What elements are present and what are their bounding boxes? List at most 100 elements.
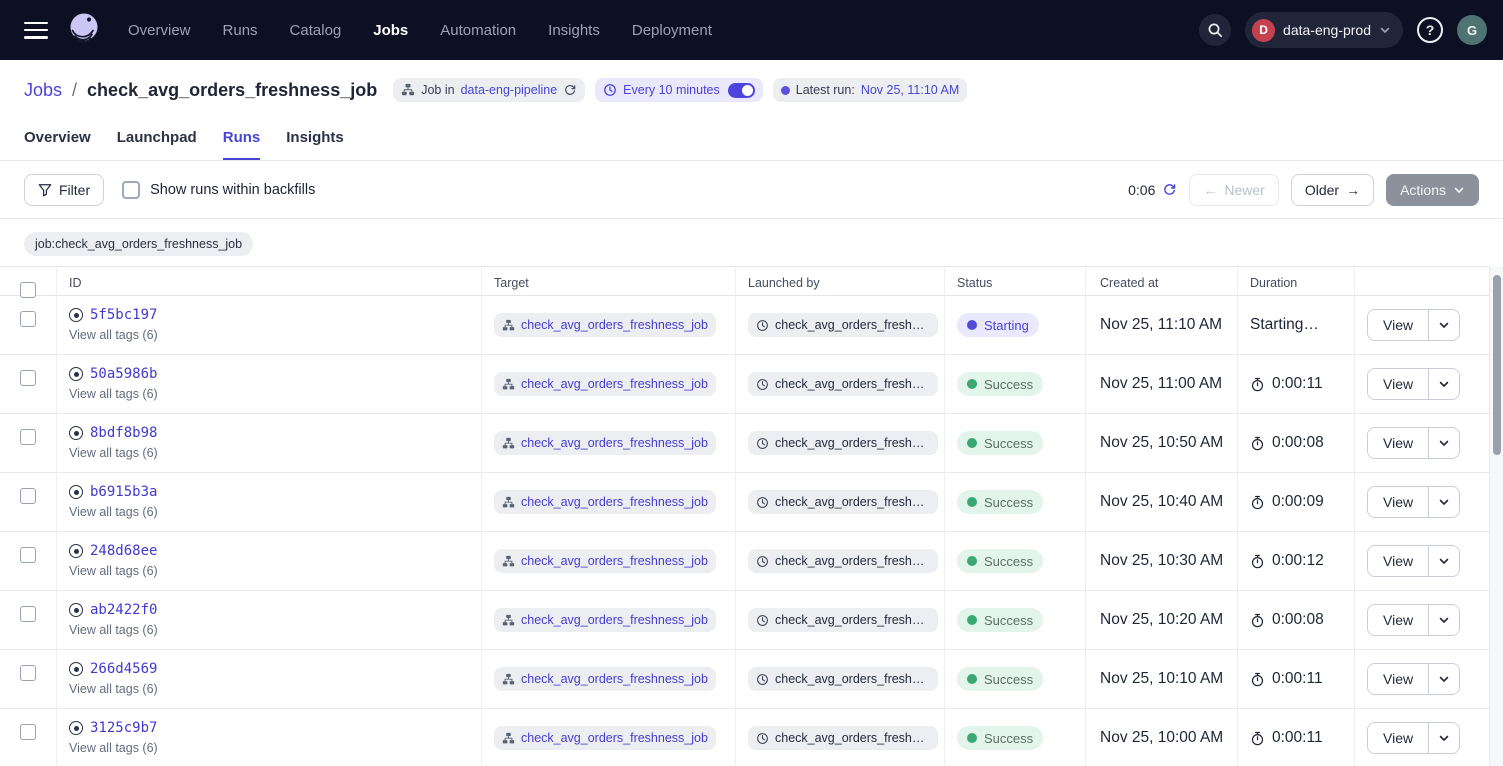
launched-by-pill[interactable]: check_avg_orders_freshn…	[748, 608, 938, 632]
job-filter-tag[interactable]: job:check_avg_orders_freshness_job	[24, 232, 253, 256]
target-job-pill[interactable]: check_avg_orders_freshness_job	[494, 490, 716, 514]
run-id-link[interactable]: ab2422f0	[90, 602, 157, 618]
view-all-tags-link[interactable]: View all tags (6)	[69, 564, 469, 578]
newer-button[interactable]: ← Newer	[1189, 174, 1278, 206]
view-dropdown-button[interactable]	[1428, 310, 1459, 340]
target-job-pill[interactable]: check_avg_orders_freshness_job	[494, 431, 716, 455]
launched-by-pill[interactable]: check_avg_orders_freshn…	[748, 313, 938, 337]
nav-item-overview[interactable]: Overview	[128, 22, 191, 39]
view-all-tags-link[interactable]: View all tags (6)	[69, 741, 469, 755]
org-switcher[interactable]: D data-eng-prod	[1245, 12, 1403, 48]
view-all-tags-link[interactable]: View all tags (6)	[69, 446, 469, 460]
launched-by-pill[interactable]: check_avg_orders_freshn…	[748, 667, 938, 691]
run-id-link[interactable]: 266d4569	[90, 661, 157, 677]
tab-overview[interactable]: Overview	[24, 129, 91, 160]
latest-run-link[interactable]: Nov 25, 11:10 AM	[861, 83, 959, 97]
nav-item-automation[interactable]: Automation	[440, 22, 516, 39]
nav-item-catalog[interactable]: Catalog	[290, 22, 342, 39]
older-button[interactable]: Older →	[1291, 174, 1374, 206]
view-dropdown-button[interactable]	[1428, 664, 1459, 694]
view-dropdown-button[interactable]	[1428, 723, 1459, 753]
stopwatch-icon	[1250, 613, 1265, 628]
view-button-group: View	[1367, 368, 1460, 400]
status-label: Success	[984, 613, 1033, 628]
tab-insights[interactable]: Insights	[286, 129, 344, 160]
run-id-link[interactable]: b6915b3a	[90, 484, 157, 500]
row-checkbox[interactable]	[20, 606, 36, 622]
view-dropdown-button[interactable]	[1428, 605, 1459, 635]
row-checkbox[interactable]	[20, 547, 36, 563]
search-button[interactable]	[1199, 14, 1231, 46]
row-checkbox[interactable]	[20, 665, 36, 681]
view-button[interactable]: View	[1368, 723, 1428, 753]
status-dot	[967, 733, 977, 743]
row-checkbox[interactable]	[20, 429, 36, 445]
view-button[interactable]: View	[1368, 546, 1428, 576]
launched-by-pill[interactable]: check_avg_orders_freshn…	[748, 490, 938, 514]
view-all-tags-link[interactable]: View all tags (6)	[69, 682, 469, 696]
run-id-link[interactable]: 3125c9b7	[90, 720, 157, 736]
view-button[interactable]: View	[1368, 664, 1428, 694]
vertical-scrollbar[interactable]	[1489, 267, 1503, 766]
run-id-link[interactable]: 5f5bc197	[90, 307, 157, 323]
chevron-down-icon	[1438, 319, 1450, 331]
run-id-link[interactable]: 8bdf8b98	[90, 425, 157, 441]
user-avatar[interactable]: G	[1457, 15, 1487, 45]
row-checkbox[interactable]	[20, 724, 36, 740]
chevron-down-icon	[1438, 732, 1450, 744]
target-job-pill[interactable]: check_avg_orders_freshness_job	[494, 313, 716, 337]
target-job-pill[interactable]: check_avg_orders_freshness_job	[494, 667, 716, 691]
view-button[interactable]: View	[1368, 310, 1428, 340]
refresh-icon[interactable]	[1162, 182, 1177, 197]
row-checkbox[interactable]	[20, 370, 36, 386]
stopwatch-icon	[1250, 436, 1265, 451]
nav-item-deployment[interactable]: Deployment	[632, 22, 712, 39]
view-button[interactable]: View	[1368, 605, 1428, 635]
filter-button[interactable]: Filter	[24, 174, 104, 206]
tab-runs[interactable]: Runs	[223, 129, 261, 160]
launched-by-pill[interactable]: check_avg_orders_freshn…	[748, 372, 938, 396]
nav-item-runs[interactable]: Runs	[223, 22, 258, 39]
breadcrumb-separator: /	[72, 80, 77, 101]
launched-by-pill[interactable]: check_avg_orders_freshn…	[748, 431, 938, 455]
schedule-toggle[interactable]	[728, 83, 755, 98]
target-job-pill[interactable]: check_avg_orders_freshness_job	[494, 372, 716, 396]
run-id-link[interactable]: 50a5986b	[90, 366, 157, 382]
view-all-tags-link[interactable]: View all tags (6)	[69, 505, 469, 519]
repo-link[interactable]: data-eng-pipeline	[461, 83, 558, 97]
view-dropdown-button[interactable]	[1428, 369, 1459, 399]
backfills-checkbox[interactable]	[122, 181, 140, 199]
target-job-pill[interactable]: check_avg_orders_freshness_job	[494, 608, 716, 632]
view-all-tags-link[interactable]: View all tags (6)	[69, 387, 469, 401]
run-id-link[interactable]: 248d68ee	[90, 543, 157, 559]
target-job-pill[interactable]: check_avg_orders_freshness_job	[494, 726, 716, 750]
view-button[interactable]: View	[1368, 369, 1428, 399]
clock-icon	[756, 437, 769, 450]
launched-by-pill[interactable]: check_avg_orders_freshn…	[748, 726, 938, 750]
target-job-pill[interactable]: check_avg_orders_freshness_job	[494, 549, 716, 573]
dagster-logo-icon[interactable]	[66, 10, 102, 50]
status-badge: Success	[957, 608, 1043, 632]
row-checkbox[interactable]	[20, 488, 36, 504]
status-badge: Success	[957, 490, 1043, 514]
tab-launchpad[interactable]: Launchpad	[117, 129, 197, 160]
view-dropdown-button[interactable]	[1428, 546, 1459, 576]
row-checkbox[interactable]	[20, 311, 36, 327]
view-button[interactable]: View	[1368, 428, 1428, 458]
col-header-id: ID	[57, 267, 482, 298]
view-dropdown-button[interactable]	[1428, 487, 1459, 517]
scrollbar-thumb[interactable]	[1493, 275, 1501, 455]
view-all-tags-link[interactable]: View all tags (6)	[69, 328, 469, 342]
view-all-tags-link[interactable]: View all tags (6)	[69, 623, 469, 637]
view-dropdown-button[interactable]	[1428, 428, 1459, 458]
breadcrumb-jobs-link[interactable]: Jobs	[24, 80, 62, 101]
table-row: 8bdf8b98 View all tags (6) check_avg_ord…	[0, 414, 1489, 473]
view-button[interactable]: View	[1368, 487, 1428, 517]
actions-button[interactable]: Actions	[1386, 174, 1479, 206]
reload-icon[interactable]	[563, 83, 577, 97]
help-button[interactable]: ?	[1417, 17, 1443, 43]
launched-by-pill[interactable]: check_avg_orders_freshn…	[748, 549, 938, 573]
nav-item-jobs[interactable]: Jobs	[373, 22, 408, 39]
nav-item-insights[interactable]: Insights	[548, 22, 600, 39]
menu-icon[interactable]	[24, 22, 48, 39]
